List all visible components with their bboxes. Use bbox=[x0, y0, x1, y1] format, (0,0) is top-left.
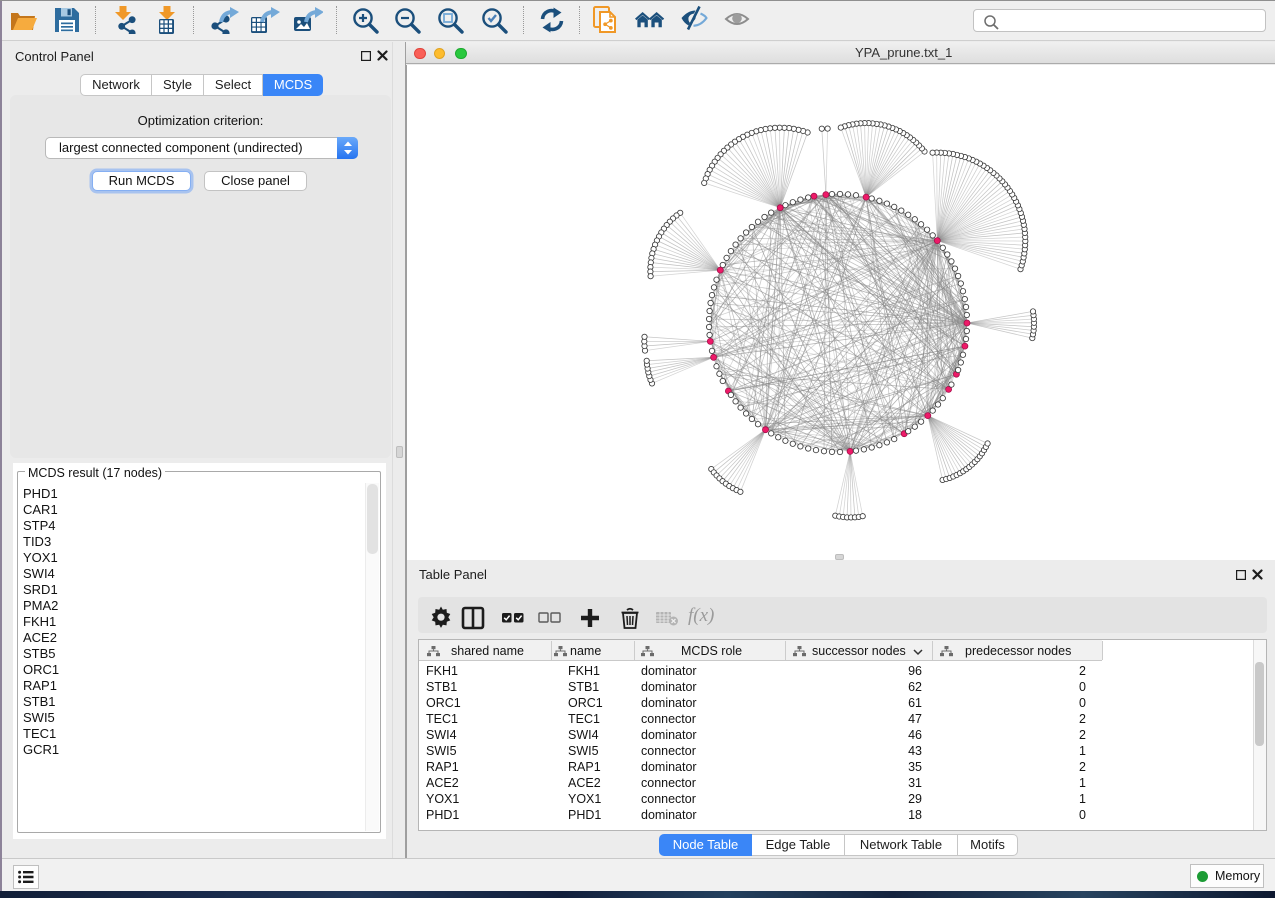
svg-text:f(x): f(x) bbox=[688, 605, 714, 626]
